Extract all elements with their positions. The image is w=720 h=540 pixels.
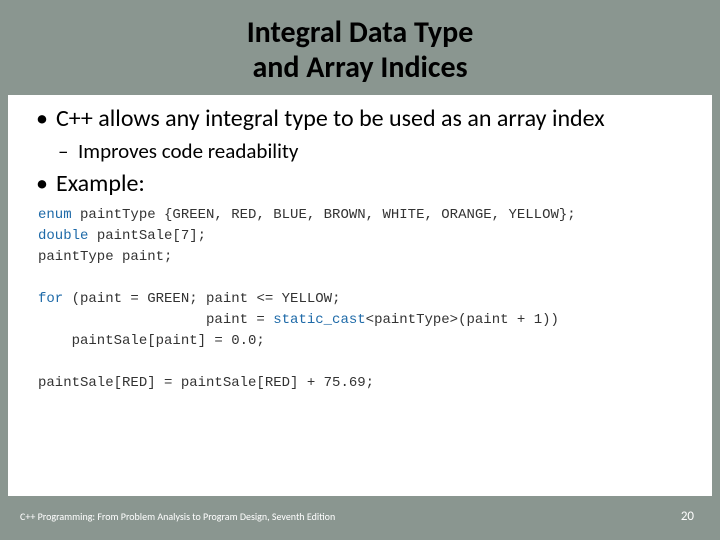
bullet-2: Example: [34,170,686,199]
title-line-2: and Array Indices [252,49,467,86]
code-line-9: paintSale[RED] = paintSale[RED] + 75.69; [38,375,374,391]
slide-inner: Integral Data Type and Array Indices C++… [8,8,712,496]
code-line-2-rest: paintSale[7]; [88,228,206,244]
footer: C++ Programming: From Problem Analysis t… [8,500,712,532]
code-line-7: paintSale[paint] = 0.0; [38,333,265,349]
code-example: enum paintType {GREEN, RED, BLUE, BROWN,… [34,205,686,394]
code-line-3: paintType paint; [38,249,172,265]
title-bar: Integral Data Type and Array Indices [8,8,712,95]
footer-text: C++ Programming: From Problem Analysis t… [20,510,335,523]
code-blank-2 [38,354,46,370]
title-line-1: Integral Data Type [247,14,474,51]
code-line-6b: <paintType>(paint + 1)) [366,312,559,328]
bullet-list: C++ allows any integral type to be used … [34,105,686,199]
sub-bullet-1: Improves code readability [56,138,686,164]
keyword-double: double [38,228,88,244]
page-number: 20 [681,509,694,524]
bullet-1-text: C++ allows any integral type to be used … [56,104,605,133]
code-line-1-rest: paintType {GREEN, RED, BLUE, BROWN, WHIT… [72,207,576,223]
slide-title: Integral Data Type and Array Indices [8,16,712,85]
slide-body: C++ allows any integral type to be used … [8,95,712,394]
code-blank-1 [38,270,46,286]
keyword-enum: enum [38,207,72,223]
code-line-5-rest: (paint = GREEN; paint <= YELLOW; [63,291,340,307]
bullet-1: C++ allows any integral type to be used … [34,105,686,164]
sub-bullet-list: Improves code readability [56,138,686,164]
slide: Integral Data Type and Array Indices C++… [0,0,720,540]
code-line-6a: paint = [38,312,273,328]
keyword-static-cast: static_cast [273,312,365,328]
keyword-for: for [38,291,63,307]
